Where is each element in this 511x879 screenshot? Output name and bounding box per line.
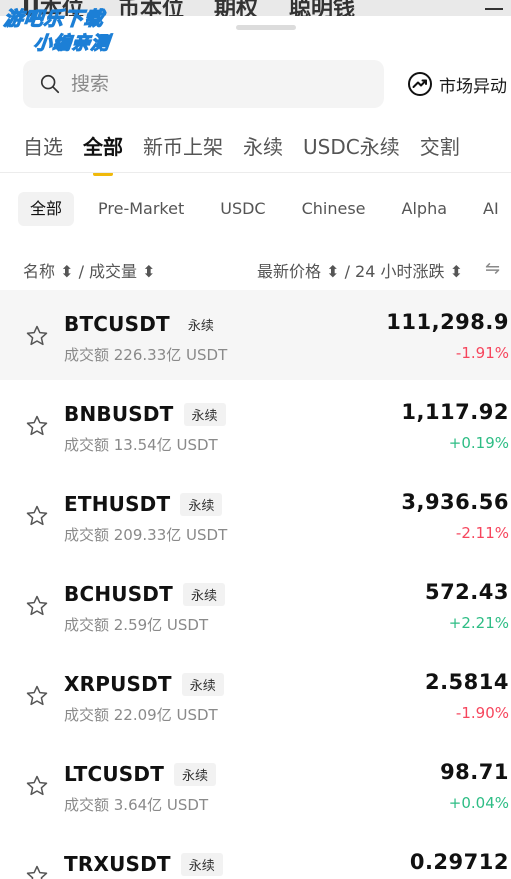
star-icon[interactable] (25, 504, 49, 528)
search-box[interactable] (23, 60, 384, 108)
tab-delivery[interactable]: 交割 (420, 132, 460, 176)
background-tab-options: 期权 (214, 0, 259, 16)
chip-alpha[interactable]: Alpha (402, 192, 448, 226)
volume-text: 成交额 209.33亿 USDT (64, 526, 228, 544)
change-percent: -1.91% (455, 344, 509, 362)
star-icon[interactable] (25, 864, 49, 879)
pair-name: LTCUSDT (64, 762, 165, 786)
watermark-logo: 游吧乐下载 小编亲测 (2, 4, 154, 55)
last-price: 98.71 (440, 760, 509, 784)
tab-perpetual[interactable]: 永续 (243, 132, 283, 176)
star-icon[interactable] (25, 414, 49, 438)
contract-badge: 永续 (174, 762, 217, 786)
search-input[interactable] (71, 73, 351, 95)
tab-favorites[interactable]: 自选 (23, 132, 63, 176)
contract-badge: 永续 (182, 582, 225, 606)
pair-name: ETHUSDT (64, 492, 171, 516)
star-icon[interactable] (25, 594, 49, 618)
last-price: 111,298.9 (386, 310, 509, 334)
last-price: 0.29712 (409, 850, 509, 874)
volume-text: 成交额 3.64亿 USDT (64, 796, 209, 814)
tab-all[interactable]: 全部 (83, 132, 123, 176)
watermark-line-2: 小编亲测 (32, 32, 111, 54)
change-percent: +2.21% (448, 614, 509, 632)
last-price: 2.5814 (424, 670, 509, 694)
market-row-ethusdt[interactable]: ETHUSDT 永续 成交额 209.33亿 USDT 3,936.56 -2.1… (0, 470, 511, 560)
tabs-divider (0, 172, 511, 173)
sort-price-change[interactable]: 最新价格 ⬍ / 24 小时涨跌 ⬍ (257, 258, 463, 282)
category-chips: 全部 Pre-Market USDC Chinese Alpha AI (18, 192, 511, 226)
tab-new-listings[interactable]: 新币上架 (143, 132, 223, 176)
last-price: 1,117.92 (401, 400, 509, 424)
contract-badge: 永续 (180, 852, 223, 876)
market-move-button[interactable]: 市场异动 (407, 70, 507, 98)
volume-text: 成交额 13.54亿 USDT (64, 436, 218, 454)
sort-name-volume[interactable]: 名称 ⬍ / 成交量 ⬍ (23, 258, 156, 282)
pair-name: TRXUSDT (64, 852, 171, 876)
volume-text: 成交额 22.09亿 USDT (64, 706, 218, 724)
contract-badge: 永续 (180, 492, 223, 516)
search-icon (40, 74, 60, 94)
contract-badge: 永续 (183, 402, 226, 426)
change-percent: +0.19% (448, 434, 509, 452)
change-percent: +0.04% (448, 794, 509, 812)
market-list: BTCUSDT 永续 成交额 226.33亿 USDT 111,298.9 -1.… (0, 290, 511, 879)
change-percent: -2.11% (455, 524, 509, 542)
volume-text: 成交额 2.59亿 USDT (64, 616, 209, 634)
pair-name: BTCUSDT (64, 312, 170, 336)
market-row-ltcusdt[interactable]: LTCUSDT 永续 成交额 3.64亿 USDT 98.71 +0.04% (0, 740, 511, 830)
change-percent: -1.90% (455, 704, 509, 722)
tab-usdc-perpetual[interactable]: USDC永续 (303, 132, 400, 176)
pair-name: BCHUSDT (64, 582, 173, 606)
chip-chinese[interactable]: Chinese (302, 192, 366, 226)
sheet-drag-handle[interactable] (236, 25, 296, 30)
search-row: 市场异动 (0, 60, 511, 108)
market-row-btcusdt[interactable]: BTCUSDT 永续 成交额 226.33亿 USDT 111,298.9 -1.… (0, 290, 511, 380)
star-icon[interactable] (25, 684, 49, 708)
market-row-bchusdt[interactable]: BCHUSDT 永续 成交额 2.59亿 USDT 572.43 +2.21% (0, 560, 511, 650)
market-tabs: 自选 全部 新币上架 永续 USDC永续 交割 (23, 132, 480, 176)
chip-pre-market[interactable]: Pre-Market (98, 192, 184, 226)
contract-badge: 永续 (187, 318, 214, 334)
contract-badge: 永续 (181, 672, 224, 696)
last-price: 3,936.56 (401, 490, 509, 514)
column-header: 名称 ⬍ / 成交量 ⬍ 最新价格 ⬍ / 24 小时涨跌 ⬍ ⇋ (23, 258, 511, 282)
chip-ai[interactable]: AI (483, 192, 499, 226)
star-icon[interactable] (25, 774, 49, 798)
menu-icon (485, 0, 503, 10)
market-row-trxusdt[interactable]: TRXUSDT 永续 0.29712 (0, 830, 511, 879)
chip-all[interactable]: 全部 (18, 192, 75, 226)
swap-icon[interactable]: ⇋ (485, 258, 500, 279)
star-icon[interactable] (25, 324, 49, 348)
pair-name: BNBUSDT (64, 402, 174, 426)
trend-up-icon (408, 72, 432, 96)
volume-text: 成交额 226.33亿 USDT (64, 346, 228, 364)
market-row-bnbusdt[interactable]: BNBUSDT 永续 成交额 13.54亿 USDT 1,117.92 +0.19… (0, 380, 511, 470)
market-row-xrpusdt[interactable]: XRPUSDT 永续 成交额 22.09亿 USDT 2.5814 -1.90% (0, 650, 511, 740)
chip-usdc[interactable]: USDC (220, 192, 265, 226)
market-move-label: 市场异动 (439, 76, 507, 97)
pair-name: XRPUSDT (64, 672, 172, 696)
background-tab-smart-money: 聪明钱 (289, 0, 356, 16)
watermark-line-1: 游吧乐下载 (2, 7, 106, 30)
last-price: 572.43 (424, 580, 509, 604)
